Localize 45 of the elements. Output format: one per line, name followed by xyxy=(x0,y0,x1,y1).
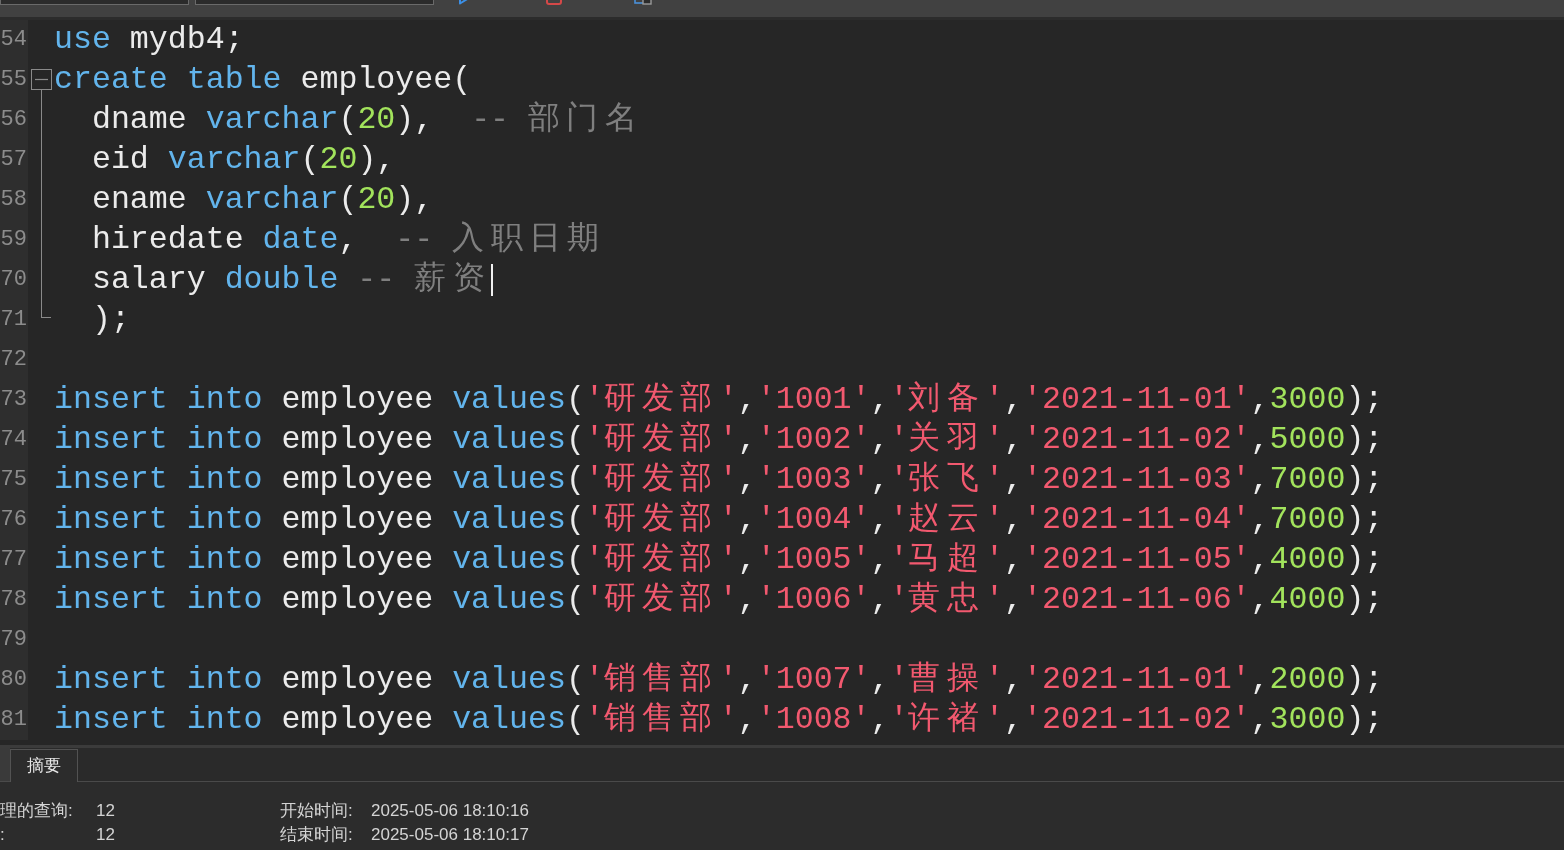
line-number: 56 xyxy=(0,100,28,140)
text-cursor xyxy=(490,264,493,296)
code-line: insert into employee values('研发部','1003','张飞','2021-11-03',7000); xyxy=(54,460,1384,499)
time-label: 开始时间: xyxy=(280,800,353,822)
code-line: insert into employee values('销售部','1008','许褚','2021-11-02',3000); xyxy=(54,700,1384,739)
code-line: insert into employee values('销售部','1007','曹操','2021-11-01',2000); xyxy=(54,660,1384,699)
line-number: 57 xyxy=(0,140,28,180)
line-number: 71 xyxy=(0,300,28,340)
line-number: 59 xyxy=(0,220,28,260)
line-number: 73 xyxy=(0,380,28,420)
line-number: 58 xyxy=(0,180,28,220)
code-line: salary double -- 薪资 xyxy=(90,260,491,299)
code-line: insert into employee values('研发部','1004','赵云','2021-11-04',7000); xyxy=(54,500,1384,539)
line-number: 78 xyxy=(0,580,28,620)
line-number: 74 xyxy=(0,420,28,460)
line-number: 80 xyxy=(0,660,28,700)
code-line: use mydb4; xyxy=(54,21,244,59)
stat-label: : xyxy=(0,824,5,846)
code-line: insert into employee values('研发部','1002','关羽','2021-11-02',5000); xyxy=(54,420,1384,459)
code-line: ); xyxy=(90,301,130,339)
code-line: eid varchar(20), xyxy=(90,141,396,179)
stat-value: 12 xyxy=(96,824,115,846)
time-label: 结束时间: xyxy=(280,824,353,846)
line-number: 77 xyxy=(0,540,28,580)
line-number: 70 xyxy=(0,260,28,300)
tab[interactable]: 摘要 xyxy=(10,749,78,782)
line-number: 76 xyxy=(0,500,28,540)
code-line: hiredate date, -- 入职日期 xyxy=(90,220,606,259)
code-line: insert into employee values('研发部','1006','黄忠','2021-11-06',4000); xyxy=(54,580,1384,619)
line-number: 55 xyxy=(0,60,28,100)
line-number: 79 xyxy=(0,620,28,660)
stat-value: 12 xyxy=(96,800,115,822)
stat-label: 理的查询: xyxy=(0,800,73,822)
collapse-icon[interactable] xyxy=(31,69,52,90)
line-number: 54 xyxy=(0,20,28,60)
time-value: 2025-05-06 18:10:17 xyxy=(371,824,529,846)
code-line: dname varchar(20), -- 部门名 xyxy=(90,100,643,139)
time-value: 2025-05-06 18:10:16 xyxy=(371,800,529,822)
line-number: 72 xyxy=(0,340,28,380)
code-line: insert into employee values('研发部','1005','马超','2021-11-05',4000); xyxy=(54,540,1384,579)
code-line: create table employee( xyxy=(54,61,472,99)
code-line: insert into employee values('研发部','1001','刘备','2021-11-01',3000); xyxy=(54,380,1384,419)
code-line: ename varchar(20), xyxy=(90,181,434,219)
line-number: 81 xyxy=(0,700,28,740)
line-number: 75 xyxy=(0,460,28,500)
